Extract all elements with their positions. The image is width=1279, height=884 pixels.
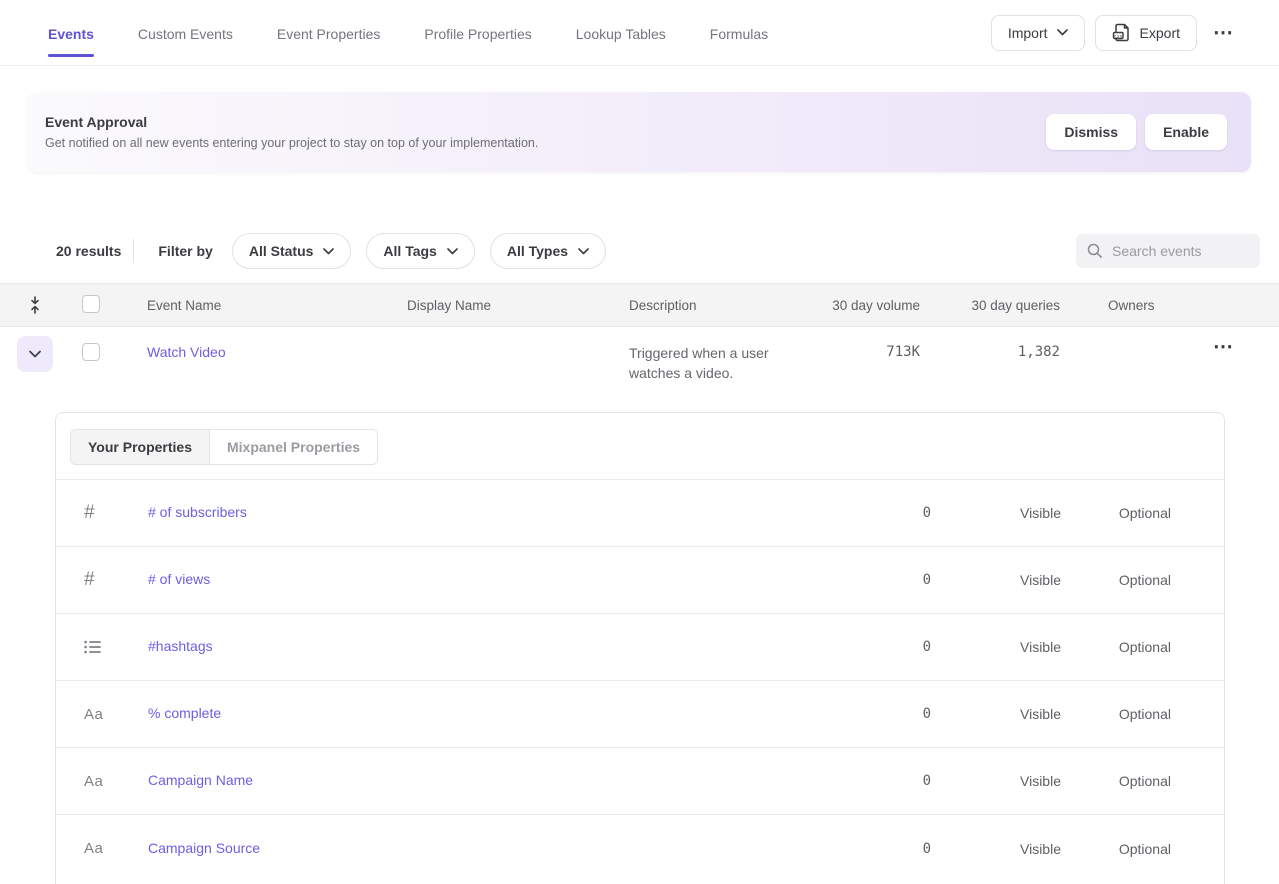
- collapse-row-button[interactable]: [17, 336, 53, 372]
- chevron-down-icon: [578, 248, 589, 255]
- queries-cell: 1,382: [920, 327, 1060, 360]
- csv-file-icon: csv: [1112, 23, 1131, 42]
- table-header: Event Name Display Name Description 30 d…: [0, 283, 1279, 327]
- property-visibility: Visible: [931, 706, 1061, 722]
- number-icon: #: [56, 569, 148, 591]
- tags-filter-dropdown[interactable]: All Tags: [366, 233, 474, 269]
- filter-by-label: Filter by: [158, 243, 212, 259]
- table-row: Watch Video Triggered when a user watche…: [0, 327, 1279, 412]
- tab-event-properties[interactable]: Event Properties: [277, 2, 381, 64]
- text-icon: Aa: [56, 773, 148, 790]
- property-visibility: Visible: [931, 841, 1061, 857]
- status-filter-dropdown[interactable]: All Status: [232, 233, 352, 269]
- property-name-link[interactable]: Campaign Name: [148, 772, 253, 788]
- tab-mixpanel-properties[interactable]: Mixpanel Properties: [210, 430, 377, 464]
- filter-row: 20 results Filter by All Status All Tags…: [56, 233, 1260, 269]
- property-sample-count: 0: [851, 841, 931, 857]
- header-owners: Owners: [1060, 298, 1189, 313]
- property-name-link[interactable]: # of views: [148, 571, 210, 587]
- nav-overflow-menu-icon[interactable]: ⋯: [1207, 23, 1239, 43]
- property-name-link[interactable]: # of subscribers: [148, 504, 247, 520]
- row-menu-icon[interactable]: ⋯: [1207, 336, 1239, 358]
- text-icon: Aa: [56, 706, 148, 723]
- property-sample-count: 0: [851, 505, 931, 521]
- collapse-all-icon[interactable]: [0, 296, 70, 314]
- header-queries: 30 day queries: [920, 298, 1060, 313]
- chevron-down-icon: [29, 350, 41, 358]
- divider: [133, 239, 134, 263]
- tab-profile-properties[interactable]: Profile Properties: [424, 2, 531, 64]
- tab-your-properties[interactable]: Your Properties: [71, 430, 210, 464]
- property-row: # # of views 0 Visible Optional: [56, 547, 1224, 614]
- number-icon: #: [56, 502, 148, 524]
- top-nav: Events Custom Events Event Properties Pr…: [0, 0, 1279, 66]
- property-name-link[interactable]: Campaign Source: [148, 840, 260, 856]
- tab-events[interactable]: Events: [48, 2, 94, 64]
- tab-custom-events[interactable]: Custom Events: [138, 2, 233, 64]
- property-sample-count: 0: [851, 706, 931, 722]
- chevron-down-icon: [447, 248, 458, 255]
- text-icon: Aa: [56, 840, 148, 857]
- nav-actions: Import csv Export ⋯: [991, 15, 1239, 51]
- event-name-link[interactable]: Watch Video: [147, 327, 226, 360]
- tab-lookup-tables[interactable]: Lookup Tables: [576, 2, 666, 64]
- export-button[interactable]: csv Export: [1095, 15, 1197, 51]
- property-requirement: Optional: [1061, 706, 1171, 722]
- import-button-label: Import: [1008, 25, 1048, 41]
- search-box: [1076, 234, 1260, 268]
- property-requirement: Optional: [1061, 841, 1171, 857]
- property-row: Aa Campaign Name 0 Visible Optional: [56, 748, 1224, 815]
- header-event-name: Event Name: [147, 298, 407, 313]
- description-cell: Triggered when a user watches a video.: [629, 327, 799, 383]
- list-icon: [56, 640, 148, 654]
- tab-formulas[interactable]: Formulas: [710, 2, 768, 64]
- property-visibility: Visible: [931, 639, 1061, 655]
- property-row: #hashtags 0 Visible Optional: [56, 614, 1224, 681]
- property-row: Aa Campaign Source 0 Visible Optional: [56, 815, 1224, 882]
- property-name-link[interactable]: % complete: [148, 705, 221, 721]
- property-sample-count: 0: [851, 572, 931, 588]
- header-display-name: Display Name: [407, 298, 629, 313]
- property-visibility: Visible: [931, 773, 1061, 789]
- property-visibility: Visible: [931, 505, 1061, 521]
- select-all-checkbox[interactable]: [82, 295, 100, 313]
- event-approval-banner: Event Approval Get notified on all new e…: [28, 92, 1251, 172]
- volume-cell: 713K: [820, 327, 920, 360]
- header-volume: 30 day volume: [820, 298, 920, 313]
- property-requirement: Optional: [1061, 773, 1171, 789]
- results-count: 20 results: [56, 243, 121, 259]
- chevron-down-icon: [1057, 29, 1068, 36]
- property-visibility: Visible: [931, 572, 1061, 588]
- property-row: # # of subscribers 0 Visible Optional: [56, 480, 1224, 547]
- property-requirement: Optional: [1061, 505, 1171, 521]
- header-description: Description: [629, 298, 820, 313]
- property-requirement: Optional: [1061, 639, 1171, 655]
- nav-tabs: Events Custom Events Event Properties Pr…: [48, 2, 991, 64]
- types-filter-dropdown[interactable]: All Types: [490, 233, 606, 269]
- search-input[interactable]: [1112, 243, 1249, 259]
- properties-panel: Your Properties Mixpanel Properties # # …: [55, 412, 1225, 884]
- search-icon: [1087, 243, 1103, 259]
- banner-title: Event Approval: [45, 114, 1046, 130]
- dismiss-button[interactable]: Dismiss: [1046, 114, 1136, 150]
- properties-tab-group: Your Properties Mixpanel Properties: [70, 429, 378, 465]
- property-sample-count: 0: [851, 773, 931, 789]
- banner-description: Get notified on all new events entering …: [45, 136, 1046, 150]
- row-checkbox[interactable]: [82, 343, 100, 361]
- chevron-down-icon: [323, 248, 334, 255]
- enable-button[interactable]: Enable: [1145, 114, 1227, 150]
- property-requirement: Optional: [1061, 572, 1171, 588]
- property-name-link[interactable]: #hashtags: [148, 638, 213, 654]
- import-button[interactable]: Import: [991, 15, 1085, 51]
- property-sample-count: 0: [851, 639, 931, 655]
- export-button-label: Export: [1140, 25, 1180, 41]
- svg-text:csv: csv: [1114, 34, 1123, 39]
- property-row: Aa % complete 0 Visible Optional: [56, 681, 1224, 748]
